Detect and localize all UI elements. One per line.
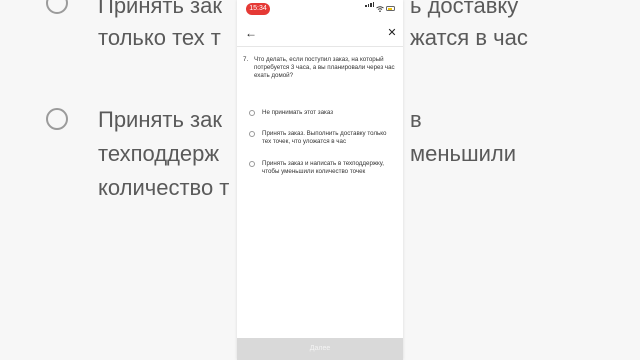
bg-text-line: меньшили <box>410 141 517 166</box>
bg-text-line: техподдерж <box>98 141 220 166</box>
status-time: 15:34 <box>246 3 270 15</box>
bg-text-line: в <box>410 107 422 132</box>
wifi-icon <box>376 6 384 12</box>
radio-icon[interactable] <box>249 131 255 137</box>
question-number: 7. <box>243 56 249 63</box>
bg-radio-icon <box>46 0 68 14</box>
radio-icon[interactable] <box>249 110 255 116</box>
battery-icon <box>386 6 395 11</box>
close-icon[interactable]: ✕ <box>385 26 399 40</box>
radio-icon[interactable] <box>249 161 255 167</box>
bg-text-line: жатся в час <box>410 25 528 50</box>
answer-option-label: Принять заказ и написать в техподдержку,… <box>262 160 384 175</box>
navigation-bar: ← ✕ <box>237 24 403 46</box>
bg-text-line: количество т <box>98 175 230 200</box>
bg-text-line: Принять зак <box>98 0 222 18</box>
bg-radio-icon <box>46 108 68 130</box>
bg-text-line: только тех т <box>98 25 221 50</box>
status-bar: 15:34 <box>237 0 403 18</box>
next-button[interactable]: Далее <box>237 338 403 360</box>
header-divider <box>237 46 403 47</box>
bg-text-line: Принять зак <box>98 107 222 132</box>
phone-screen: 15:34 ← ✕ 7. Что делать, если поступил з… <box>237 0 403 360</box>
answer-option-label: Не принимать этот заказ <box>262 109 334 116</box>
bg-text-line: ь доставку <box>410 0 519 18</box>
back-arrow-icon[interactable]: ← <box>244 26 258 40</box>
question-text: Что делать, если поступил заказ, на кото… <box>254 56 395 79</box>
answer-option-label: Принять заказ. Выполнить доставку только… <box>262 130 387 145</box>
